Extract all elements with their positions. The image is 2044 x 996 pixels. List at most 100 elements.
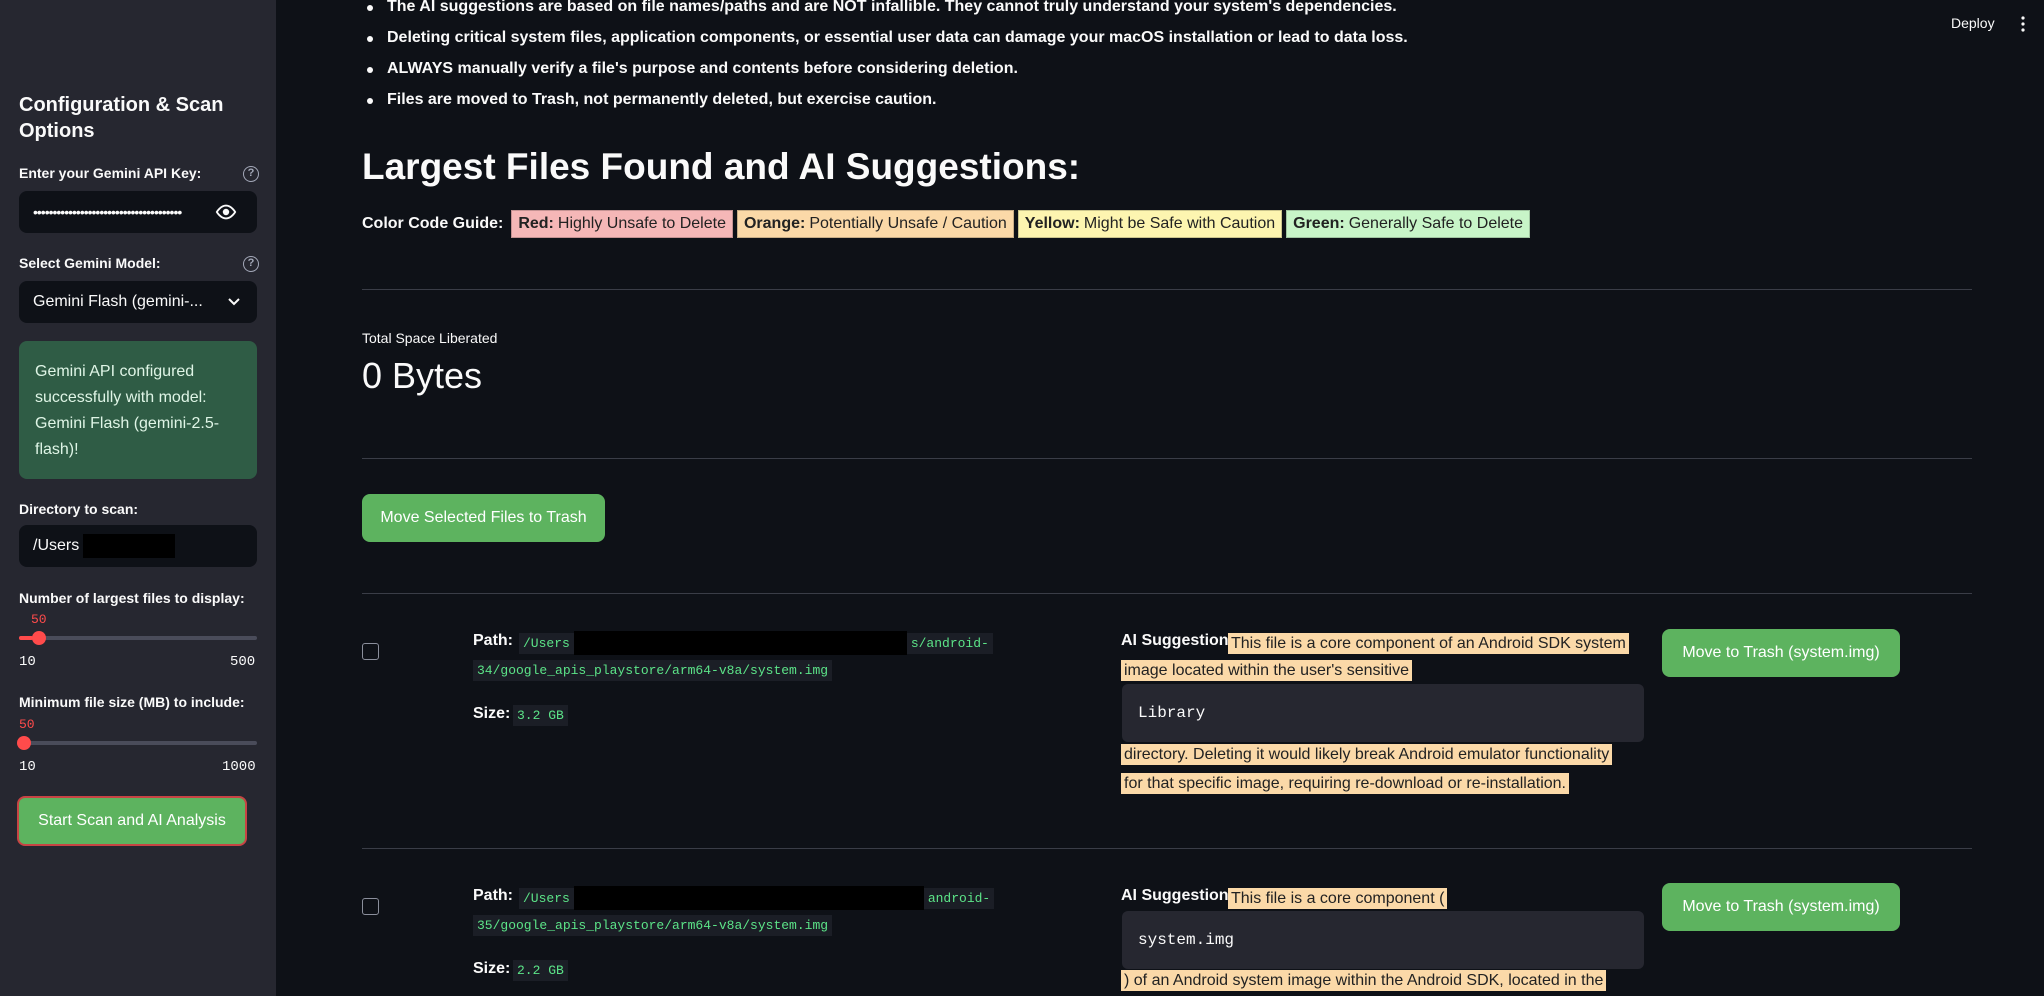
suggestion-code-block: system.img	[1122, 911, 1644, 969]
num-files-label: Number of largest files to display:	[19, 590, 245, 606]
redaction	[573, 631, 907, 655]
vertical-dots-icon[interactable]	[2020, 16, 2026, 32]
guide-chip-red: Red: Highly Unsafe to Delete	[511, 210, 733, 238]
redaction	[83, 534, 175, 558]
min-size-max: 1000	[222, 759, 256, 775]
help-icon[interactable]: ?	[243, 166, 259, 182]
size-value-wrap: 3.2 GB	[513, 704, 568, 726]
chip-key: Orange:	[743, 215, 806, 232]
path-start: /Users	[519, 632, 574, 654]
chip-key: Green:	[1293, 215, 1345, 232]
suggestion-text: ) of an Android system image within the …	[1121, 970, 1607, 991]
chip-text: Might be Safe with Caution	[1083, 215, 1276, 232]
app-window: Configuration & Scan Options Enter your …	[0, 0, 2044, 996]
guide-chip-green: Green: Generally Safe to Delete	[1286, 210, 1531, 238]
success-alert: Gemini API configured successfully with …	[19, 341, 257, 479]
api-key-label: Enter your Gemini API Key:	[19, 165, 202, 181]
min-size-label: Minimum file size (MB) to include:	[19, 694, 245, 710]
start-scan-button[interactable]: Start Scan and AI Analysis	[17, 796, 247, 846]
size-label: Size:	[473, 960, 511, 977]
num-files-max: 500	[230, 654, 256, 670]
suggestion-text: directory. Deleting it would likely brea…	[1121, 744, 1613, 765]
warning-item: Deleting critical system files, applicat…	[362, 23, 1962, 54]
path-line-1: /Users android-	[519, 886, 995, 910]
chip-key: Red:	[518, 215, 554, 232]
api-key-value: ••••••••••••••••••••••••••••••••••••••	[33, 204, 182, 220]
sidebar: Configuration & Scan Options Enter your …	[0, 0, 276, 996]
path-line-2: 34/google_apis_playstore/arm64-v8a/syste…	[473, 659, 833, 681]
ai-suggestion-label: AI Suggestion:	[1121, 632, 1234, 649]
path-label: Path:	[473, 887, 513, 904]
size-label: Size:	[473, 705, 511, 722]
num-files-min: 10	[19, 654, 36, 670]
model-label: Select Gemini Model:	[19, 255, 161, 271]
suggestion-line: This file is a core component (	[1228, 884, 1728, 913]
redaction	[573, 886, 924, 910]
file-checkbox[interactable]	[362, 643, 379, 660]
warning-item: Files are moved to Trash, not permanentl…	[362, 85, 1962, 116]
divider	[362, 593, 1972, 594]
chip-text: Potentially Unsafe / Caution	[809, 215, 1007, 232]
num-files-slider[interactable]	[19, 631, 257, 645]
suggestion-text: for that specific image, requiring re-do…	[1121, 773, 1569, 794]
suggestion-text: image located within the user's sensitiv…	[1121, 660, 1412, 681]
warning-item: ALWAYS manually verify a file's purpose …	[362, 54, 1962, 85]
chevron-down-icon	[228, 298, 240, 306]
path-label: Path:	[473, 632, 513, 649]
suggestion-line: directory. Deleting it would likely brea…	[1121, 740, 1621, 769]
move-selected-button[interactable]: Move Selected Files to Trash	[362, 494, 605, 542]
path-line-2: 35/google_apis_playstore/arm64-v8a/syste…	[473, 914, 833, 936]
size-value: 3.2 GB	[513, 704, 568, 726]
min-size-value: 50	[19, 717, 35, 732]
divider	[362, 289, 1972, 290]
chip-key: Yellow:	[1024, 215, 1080, 232]
size-value-wrap: 2.2 GB	[513, 959, 568, 981]
suggestion-text: This file is a core component of an Andr…	[1228, 633, 1629, 654]
directory-value: /Users	[33, 537, 80, 554]
model-select-value: Gemini Flash (gemini-...	[33, 293, 203, 310]
guide-chip-yellow: Yellow: Might be Safe with Caution	[1017, 210, 1283, 238]
api-key-input[interactable]: ••••••••••••••••••••••••••••••••••••••	[19, 191, 257, 233]
suggestion-line: This file is a core component of an Andr…	[1228, 629, 1728, 658]
file-checkbox[interactable]	[362, 898, 379, 915]
section-heading: Largest Files Found and AI Suggestions:	[362, 146, 1081, 187]
chip-text: Generally Safe to Delete	[1348, 215, 1524, 232]
sidebar-title: Configuration & Scan Options	[19, 94, 224, 142]
color-code-guide: Color Code Guide: Red: Highly Unsafe to D…	[362, 210, 1531, 238]
directory-label: Directory to scan:	[19, 501, 139, 517]
warning-list: The AI suggestions are based on file nam…	[362, 0, 1962, 116]
path-rest: 34/google_apis_playstore/arm64-v8a/syste…	[473, 659, 833, 681]
chip-text: Highly Unsafe to Delete	[557, 215, 726, 232]
metric-label: Total Space Liberated	[362, 330, 498, 346]
directory-input[interactable]: /Users	[19, 525, 257, 567]
move-to-trash-button[interactable]: Move to Trash (system.img)	[1662, 883, 1900, 931]
guide-label: Color Code Guide:	[362, 215, 504, 232]
ai-suggestion-label: AI Suggestion:	[1121, 887, 1234, 904]
move-to-trash-button[interactable]: Move to Trash (system.img)	[1662, 629, 1900, 677]
path-rest: 35/google_apis_playstore/arm64-v8a/syste…	[473, 914, 833, 936]
divider	[362, 848, 1972, 849]
suggestion-line: ) of an Android system image within the …	[1121, 966, 1621, 995]
suggestion-code-block: Library	[1122, 684, 1644, 742]
slider-handle[interactable]	[32, 631, 46, 645]
min-size-min: 10	[19, 759, 36, 775]
guide-chip-orange: Orange: Potentially Unsafe / Caution	[736, 210, 1014, 238]
slider-handle[interactable]	[17, 736, 31, 750]
num-files-value: 50	[31, 612, 47, 627]
help-icon[interactable]: ?	[243, 256, 259, 272]
path-line-1: /Users s/android-	[519, 631, 993, 655]
min-size-slider[interactable]	[17, 736, 257, 750]
model-select[interactable]: Gemini Flash (gemini-...	[19, 281, 257, 323]
divider	[362, 458, 1972, 459]
warning-item: The AI suggestions are based on file nam…	[362, 0, 1962, 23]
path-end: android-	[923, 887, 995, 909]
suggestion-text: This file is a core component (	[1228, 888, 1448, 909]
path-start: /Users	[519, 887, 574, 909]
suggestion-line: for that specific image, requiring re-do…	[1121, 769, 1621, 798]
slider-fill	[19, 636, 33, 640]
eye-icon[interactable]	[215, 203, 237, 221]
path-end: s/android-	[906, 632, 993, 654]
size-value: 2.2 GB	[513, 959, 568, 981]
metric-value: 0 Bytes	[362, 355, 483, 396]
suggestion-line: image located within the user's sensitiv…	[1121, 656, 1621, 685]
